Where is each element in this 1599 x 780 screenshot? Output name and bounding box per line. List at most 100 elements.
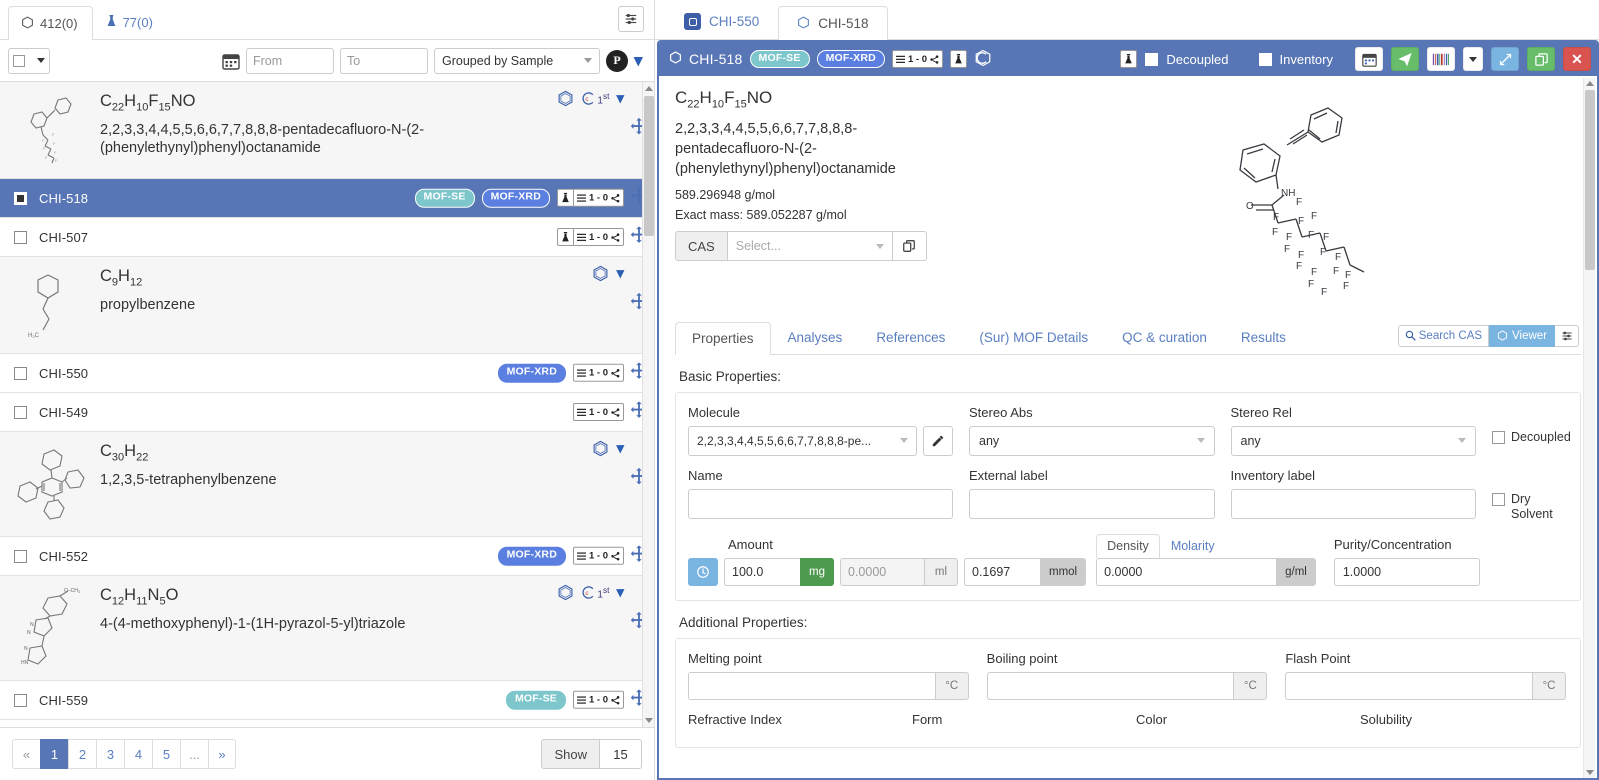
properties-settings-button[interactable] (1555, 325, 1579, 347)
hexagon-outline-icon[interactable] (592, 440, 609, 457)
list-item-sample-chi-552[interactable]: CHI-552 MOF-XRD 1 - 0 (0, 537, 654, 576)
c-first-icon[interactable]: c 1st (581, 585, 609, 600)
analyses-count-button[interactable]: 1 - 0 (573, 228, 624, 246)
tag-mof-se[interactable]: MOF-SE (415, 189, 475, 208)
hexagon-outline-icon[interactable] (592, 265, 609, 282)
tag-mof-se[interactable]: MOF-SE (506, 691, 566, 710)
row-checkbox[interactable] (14, 550, 27, 563)
row-checkbox[interactable] (14, 694, 27, 707)
analyses-count-button[interactable]: 1 - 0 (573, 691, 624, 709)
page-3[interactable]: 3 (96, 739, 124, 769)
inventory-header-checkbox[interactable] (1259, 53, 1272, 66)
search-cas-button[interactable]: Search CAS (1398, 325, 1489, 347)
send-button[interactable] (1391, 47, 1419, 71)
tag-mof-xrd[interactable]: MOF-XRD (498, 364, 566, 383)
header-flask-button[interactable] (950, 50, 967, 68)
bulk-select-checkbox[interactable] (13, 55, 25, 67)
viewer-button[interactable]: Viewer (1489, 325, 1555, 347)
chevron-down-icon[interactable]: ▾ (616, 441, 624, 456)
page-next[interactable]: » (208, 739, 236, 769)
tab-properties[interactable]: Properties (675, 322, 771, 355)
tab-mof-details[interactable]: (Sur) MOF Details (962, 321, 1105, 354)
page-size-value[interactable]: 15 (600, 739, 642, 769)
amount-mol-input[interactable] (964, 558, 1040, 586)
header-analyses-button[interactable]: 1 - 0 (892, 50, 943, 68)
dry-solvent-checkbox[interactable] (1492, 493, 1505, 506)
list-item-molecule[interactable]: O–CH3 NN NHN C12H11N5O 4-(4-methoxypheny… (0, 576, 654, 681)
inventory-label-input[interactable] (1231, 489, 1477, 519)
flask-icon-button[interactable] (557, 228, 573, 246)
analyses-count-button[interactable]: 1 - 0 (573, 189, 624, 207)
tag-mof-xrd[interactable]: MOF-XRD (482, 189, 550, 208)
date-from-input[interactable] (246, 48, 334, 74)
barcode-button[interactable] (1427, 47, 1455, 71)
list-item-sample-chi-518[interactable]: CHI-518 MOF-SE MOF-XRD 1 - 0 (0, 179, 654, 218)
edit-molecule-button[interactable] (923, 426, 953, 456)
tab-results[interactable]: Results (1224, 321, 1303, 354)
flask-icon-button[interactable] (557, 189, 573, 207)
row-checkbox[interactable] (14, 192, 27, 205)
list-item-molecule[interactable]: FFF FFF F C22H10F15NO 2,2,3,3,4,4,5,5,6,… (0, 82, 654, 179)
chevron-down-icon[interactable]: ▾ (616, 91, 624, 106)
tab-qc-curation[interactable]: QC & curation (1105, 321, 1224, 354)
c-first-icon[interactable]: c 1st (581, 91, 609, 106)
left-settings-button[interactable] (618, 6, 644, 32)
tab-references[interactable]: References (859, 321, 962, 354)
copy-button[interactable] (1527, 47, 1555, 71)
tab-molarity[interactable]: Molarity (1160, 534, 1226, 559)
detail-scrollbar[interactable] (1583, 78, 1595, 778)
date-to-input[interactable] (340, 48, 428, 74)
scroll-thumb[interactable] (644, 96, 654, 236)
scroll-down-icon[interactable] (1586, 770, 1594, 775)
expand-all-chevron-icon[interactable]: ▾ (634, 52, 643, 69)
list-item-molecule[interactable]: C30H22 1,2,3,5-tetraphenylbenzene ▾ (0, 432, 654, 537)
bulk-select-dropdown[interactable] (8, 48, 50, 74)
decoupled-checkbox[interactable] (1492, 431, 1505, 444)
page-4[interactable]: 4 (124, 739, 152, 769)
row-checkbox[interactable] (14, 231, 27, 244)
amount-mol-unit[interactable]: mmol (1040, 558, 1086, 586)
density-input[interactable] (1096, 558, 1276, 586)
list-item-sample-chi-550[interactable]: CHI-550 MOF-XRD 1 - 0 (0, 354, 654, 393)
amount-volume-unit[interactable]: ml (924, 558, 958, 586)
external-label-input[interactable] (969, 489, 1215, 519)
detail-tab-chi-550[interactable]: CHI-550 (665, 3, 778, 39)
hexagon-outline-icon[interactable] (557, 90, 574, 107)
tab-molecules[interactable]: 412(0) (8, 6, 93, 40)
tab-samples[interactable]: 77(0) (93, 5, 168, 39)
expand-button[interactable] (1491, 47, 1519, 71)
detail-tab-chi-518[interactable]: CHI-518 (778, 6, 887, 41)
barcode-dropdown-button[interactable] (1463, 47, 1483, 71)
analyses-count-button[interactable]: 1 - 0 (573, 364, 624, 382)
row-checkbox[interactable] (14, 406, 27, 419)
scroll-down-icon[interactable] (645, 718, 653, 723)
list-item-molecule[interactable]: H3C C9H12 propylbenzene ▾ (0, 257, 654, 354)
scroll-thumb[interactable] (1585, 90, 1595, 270)
stereo-abs-select[interactable]: any (969, 426, 1215, 456)
group-by-select[interactable]: Grouped by Sample (434, 48, 600, 74)
product-filter-button[interactable]: P (606, 50, 628, 72)
name-input[interactable] (688, 489, 953, 519)
list-scrollbar[interactable] (642, 82, 654, 727)
list-item-sample-chi-507[interactable]: CHI-507 1 - 0 (0, 218, 654, 257)
amount-unit-toggle[interactable] (688, 558, 718, 586)
density-unit[interactable]: g/ml (1276, 558, 1316, 586)
analyses-count-button[interactable]: 1 - 0 (573, 547, 624, 565)
row-checkbox[interactable] (14, 367, 27, 380)
cas-select[interactable]: Select... (728, 231, 893, 261)
close-button[interactable]: ✕ (1563, 47, 1591, 71)
dry-solvent-field[interactable]: Dry Solvent (1492, 468, 1568, 522)
header-tag-mof-se[interactable]: MOF-SE (750, 50, 810, 69)
list-item-sample-chi-559[interactable]: CHI-559 MOF-SE 1 - 0 (0, 681, 654, 720)
tab-analyses[interactable]: Analyses (771, 321, 860, 354)
molecule-select[interactable]: 2,2,3,3,4,4,5,5,6,6,7,7,8,8,8-pe... (688, 426, 917, 456)
header-tag-mof-xrd[interactable]: MOF-XRD (817, 50, 885, 69)
scroll-up-icon[interactable] (645, 86, 653, 91)
analyses-count-button[interactable]: 1 - 0 (573, 403, 624, 421)
decoupled-field[interactable]: Decoupled (1492, 405, 1568, 456)
page-5[interactable]: 5 (152, 739, 180, 769)
decoupled-header-checkbox[interactable] (1145, 53, 1158, 66)
page-2[interactable]: 2 (68, 739, 96, 769)
amount-mass-unit[interactable]: mg (800, 558, 834, 586)
purity-input[interactable] (1334, 558, 1480, 586)
